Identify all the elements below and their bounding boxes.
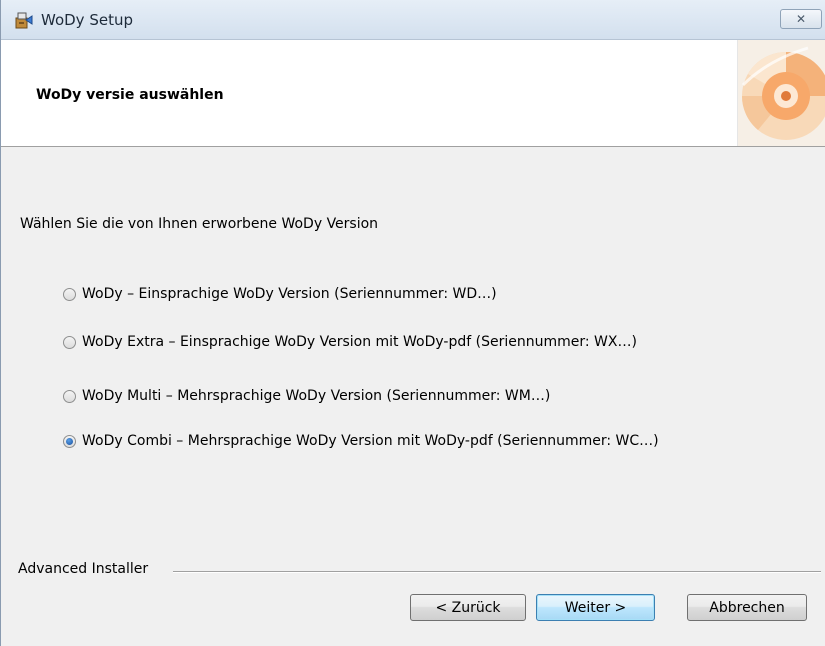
- radio-button-selected[interactable]: [63, 434, 76, 448]
- instruction-text: Wählen Sie die von Ihnen erworbene WoDy …: [20, 216, 379, 232]
- cancel-button[interactable]: Abbrechen: [687, 594, 807, 621]
- back-button[interactable]: < Zurück: [410, 594, 526, 621]
- close-button[interactable]: ✕: [780, 9, 822, 29]
- cd-disc-logo: [737, 40, 825, 146]
- option-label: WoDy – Einsprachige WoDy Version (Serien…: [82, 286, 497, 302]
- header-banner: WoDy versie auswählen: [1, 40, 825, 147]
- footer-divider: [173, 571, 821, 573]
- option-label: WoDy Combi – Mehrsprachige WoDy Version …: [82, 433, 659, 449]
- installer-icon: [15, 12, 33, 29]
- radio-button[interactable]: [63, 287, 76, 301]
- radio-button[interactable]: [63, 335, 76, 349]
- next-button[interactable]: Weiter >: [536, 594, 655, 621]
- page-title: WoDy versie auswählen: [36, 87, 224, 103]
- option-wody-extra[interactable]: WoDy Extra – Einsprachige WoDy Version m…: [63, 332, 637, 352]
- option-wody[interactable]: WoDy – Einsprachige WoDy Version (Serien…: [63, 284, 497, 304]
- setup-window: WoDy Setup ✕ WoDy versie auswählen Wähle…: [0, 0, 825, 646]
- window-title: WoDy Setup: [41, 11, 133, 29]
- installer-brand: Advanced Installer: [18, 561, 149, 577]
- option-label: WoDy Multi – Mehrsprachige WoDy Version …: [82, 388, 551, 404]
- option-label: WoDy Extra – Einsprachige WoDy Version m…: [82, 334, 637, 350]
- close-icon: ✕: [795, 12, 807, 26]
- radio-button[interactable]: [63, 389, 76, 403]
- title-bar[interactable]: WoDy Setup ✕: [1, 0, 825, 40]
- option-wody-combi[interactable]: WoDy Combi – Mehrsprachige WoDy Version …: [63, 431, 659, 451]
- option-wody-multi[interactable]: WoDy Multi – Mehrsprachige WoDy Version …: [63, 386, 550, 406]
